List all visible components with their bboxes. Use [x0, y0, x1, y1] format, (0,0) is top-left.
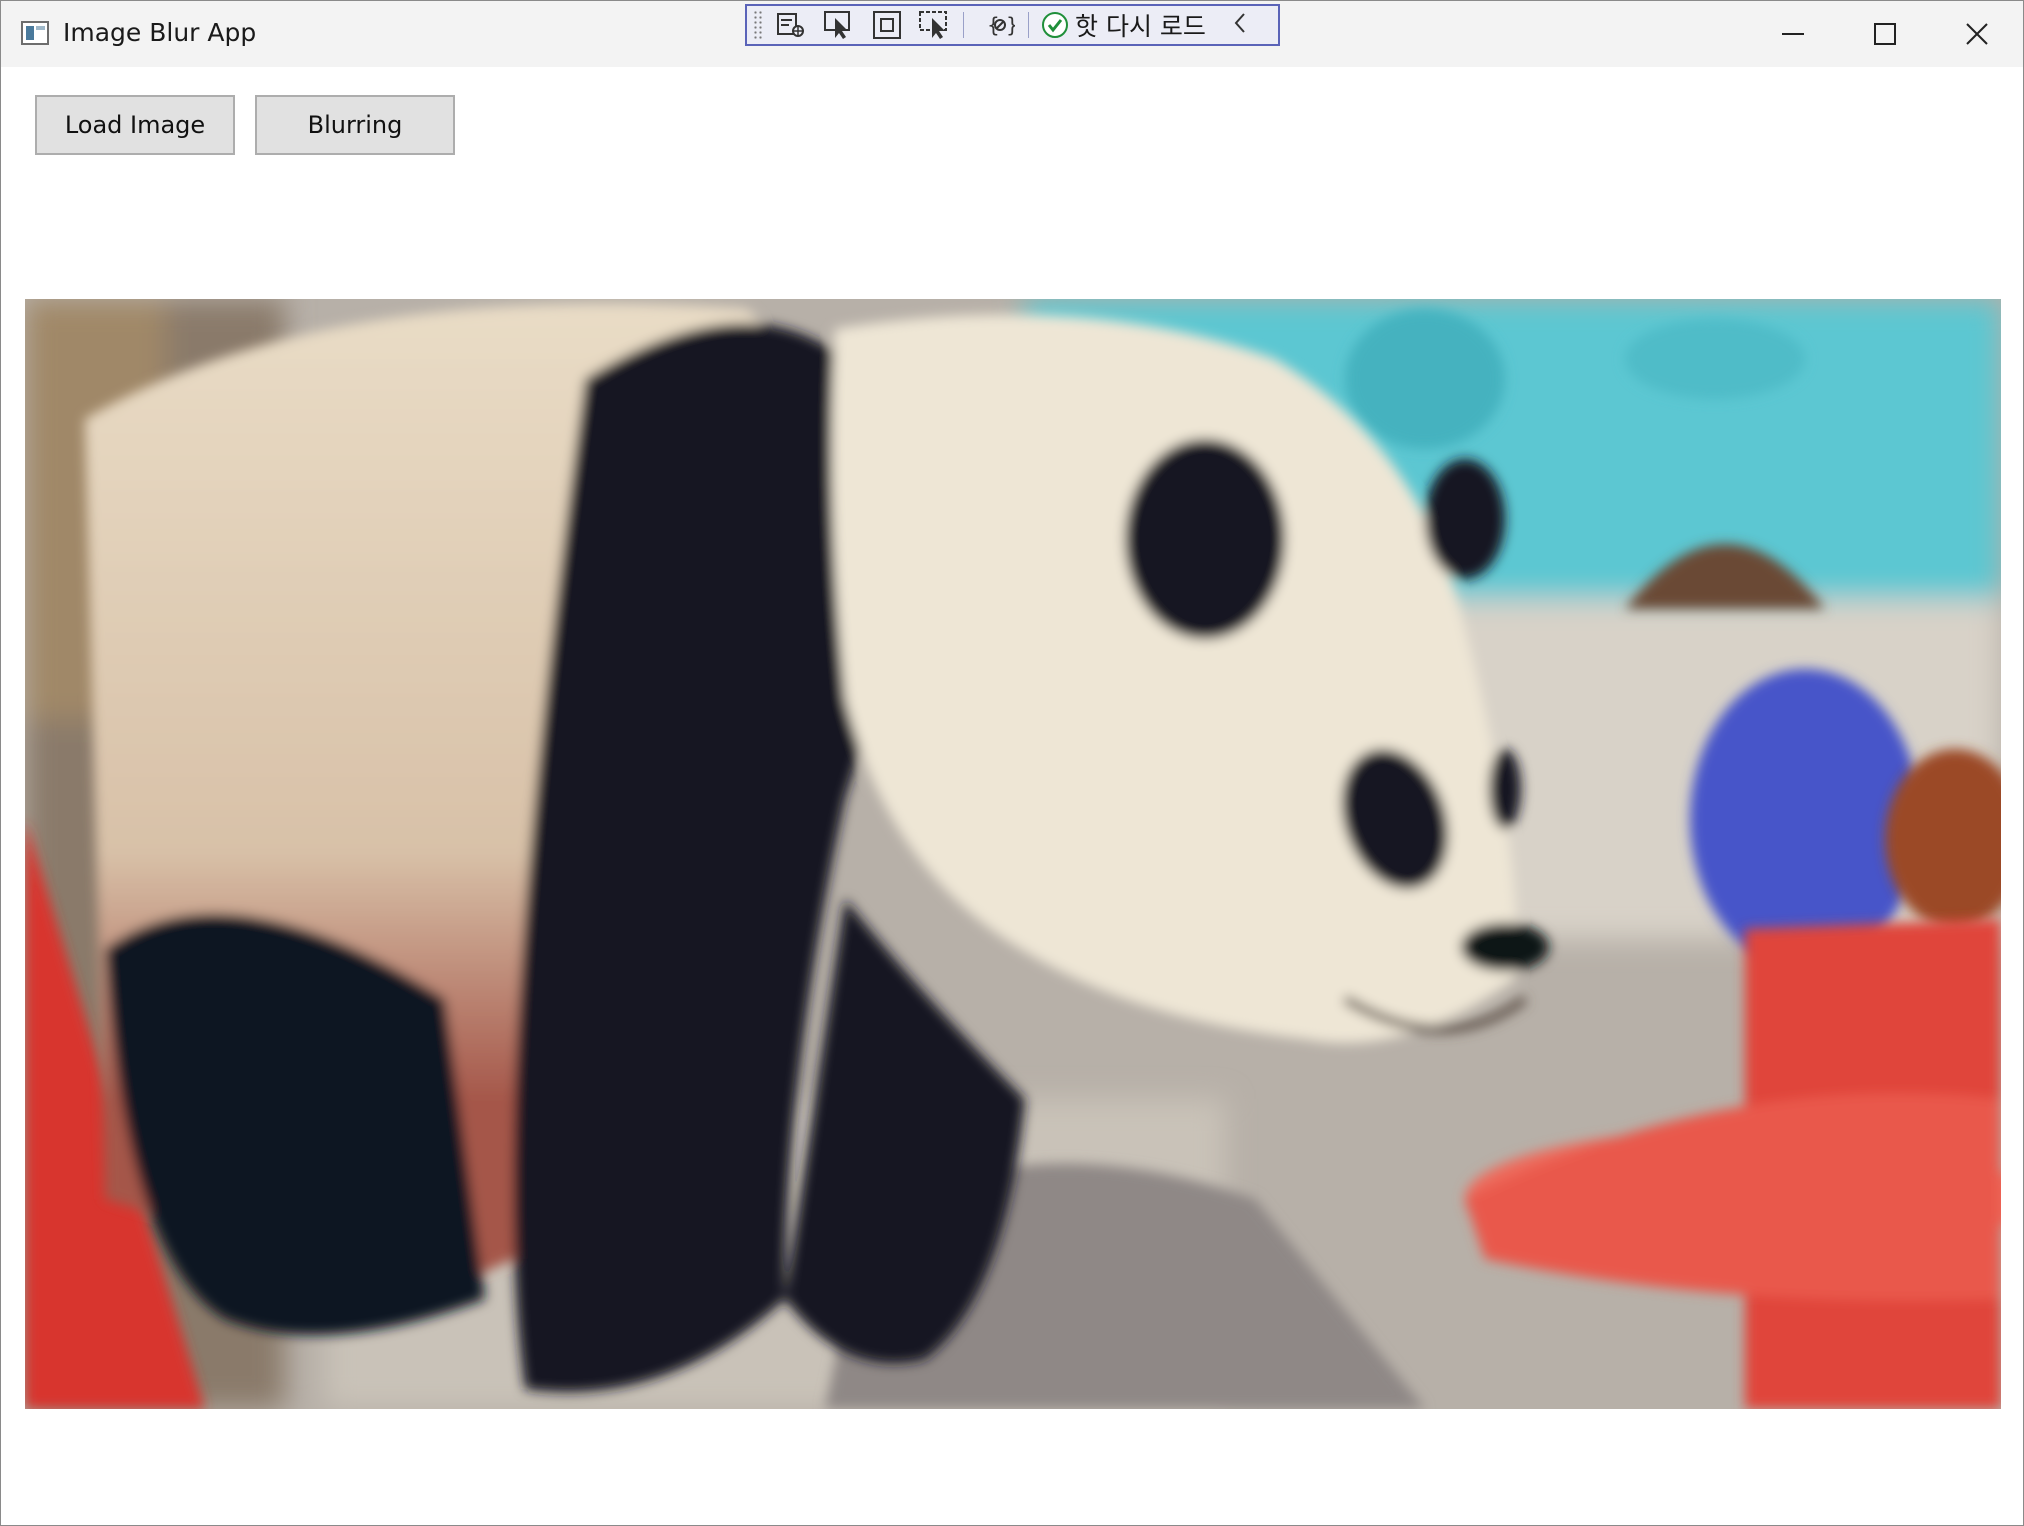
load-image-button[interactable]: Load Image — [35, 95, 235, 155]
layout-adorners-icon[interactable] — [867, 6, 907, 44]
svg-text:{: { — [987, 13, 1000, 37]
image-display — [25, 299, 2001, 1409]
title-bar[interactable]: Image Blur App {핫 다시 로드 — [1, 1, 2023, 67]
window-controls — [1747, 1, 2023, 67]
toolbar-separator — [1028, 12, 1029, 38]
panda-photo — [25, 299, 2001, 1409]
minimize-button[interactable] — [1747, 1, 1839, 67]
window-title: Image Blur App — [63, 18, 257, 47]
live-visual-tree-icon[interactable] — [771, 6, 811, 44]
app-window-icon — [21, 21, 49, 45]
blurring-button[interactable]: Blurring — [255, 95, 455, 155]
close-icon — [1966, 23, 1988, 45]
toolbar-grip-handle[interactable] — [753, 10, 763, 40]
close-button[interactable] — [1931, 1, 2023, 67]
chevron-left-icon[interactable] — [1232, 11, 1248, 39]
toolbar-separator — [963, 12, 964, 38]
select-element-icon[interactable] — [819, 6, 859, 44]
maximize-button[interactable] — [1839, 1, 1931, 67]
check-circle-icon — [1042, 12, 1068, 38]
binding-failures-icon[interactable]: { } — [980, 6, 1020, 44]
svg-text:}: } — [1006, 13, 1015, 37]
app-window: Image Blur App {핫 다시 로드 Load Image Blur… — [0, 0, 2024, 1526]
maximize-icon — [1874, 23, 1896, 45]
hot-reload-status[interactable]: 핫 다시 로드 — [1041, 7, 1206, 43]
xaml-debug-toolbar: { } 핫 다시 로드 — [745, 4, 1280, 46]
track-focus-icon[interactable] — [915, 6, 955, 44]
hot-reload-label: 핫 다시 로드 — [1075, 12, 1206, 41]
minimize-icon — [1782, 33, 1804, 35]
